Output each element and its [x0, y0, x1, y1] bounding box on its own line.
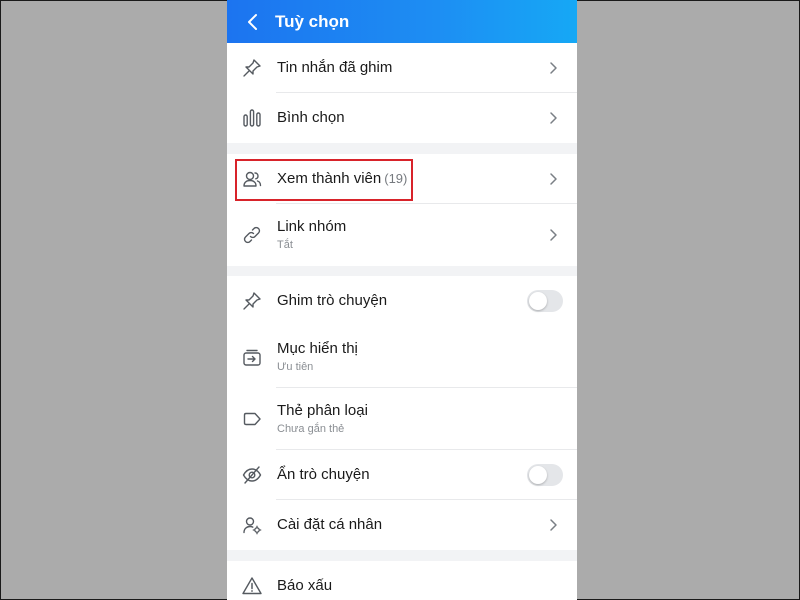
back-button[interactable]: [235, 0, 271, 43]
toggle-knob: [529, 292, 547, 310]
toggle-knob: [529, 466, 547, 484]
pin-chat-label: Ghim trò chuyện: [277, 292, 388, 309]
tag-label: Thẻ phân loại: [277, 402, 368, 419]
chevron-right-icon: [543, 108, 563, 128]
section-members: Xem thành viên (19) Link nhóm Tắt: [227, 154, 577, 266]
chevron-right-icon: [543, 169, 563, 189]
group-link-label: Link nhóm: [277, 218, 347, 235]
view-members-label: Xem thành viên: [277, 170, 382, 187]
display-folder-icon: [240, 345, 264, 369]
user-settings-icon: [240, 513, 264, 537]
member-count: (19): [384, 171, 408, 186]
report-item[interactable]: Báo xấu: [227, 561, 577, 600]
pin-icon: [240, 56, 264, 80]
pin-chat-toggle[interactable]: [527, 290, 563, 312]
tag-icon: [240, 407, 264, 431]
pin-icon: [240, 289, 264, 313]
group-link-status: Tắt: [277, 239, 293, 251]
hide-chat-toggle[interactable]: [527, 464, 563, 486]
display-section-label: Mục hiển thị: [277, 340, 358, 357]
members-icon: [240, 167, 264, 191]
chevron-left-icon: [248, 13, 257, 30]
view-members-item[interactable]: Xem thành viên (19): [227, 154, 577, 204]
pin-chat-item[interactable]: Ghim trò chuyện: [227, 276, 577, 326]
display-section-value: Ưu tiên: [277, 361, 314, 373]
display-section-item[interactable]: Mục hiển thị Ưu tiên: [227, 326, 577, 388]
group-link-item[interactable]: Link nhóm Tắt: [227, 204, 577, 266]
link-icon: [240, 223, 264, 247]
report-label: Báo xấu: [277, 577, 333, 594]
section-content: Tin nhắn đã ghim Bình chọn: [227, 43, 577, 143]
pinned-messages-item[interactable]: Tin nhắn đã ghim: [227, 43, 577, 93]
poll-label: Bình chọn: [277, 109, 345, 126]
tag-item[interactable]: Thẻ phân loại Chưa gắn thẻ: [227, 388, 577, 450]
pinned-messages-label: Tin nhắn đã ghim: [277, 59, 393, 76]
personal-settings-item[interactable]: Cài đặt cá nhân: [227, 500, 577, 550]
poll-icon: [240, 106, 264, 130]
personal-settings-label: Cài đặt cá nhân: [277, 516, 383, 533]
tag-value: Chưa gắn thẻ: [277, 423, 345, 435]
warning-icon: [240, 574, 264, 598]
phone-screen: Tuỳ chọn Tin nhắn đã ghim Bình chọn Xem …: [227, 0, 577, 600]
hide-chat-item[interactable]: Ẩn trò chuyện: [227, 450, 577, 500]
chevron-right-icon: [543, 515, 563, 535]
page-title: Tuỳ chọn: [275, 11, 350, 31]
chevron-right-icon: [543, 58, 563, 78]
section-chat-settings: Ghim trò chuyện Mục hiển thị Ưu tiên Thẻ…: [227, 276, 577, 550]
top-bar: Tuỳ chọn: [227, 0, 577, 43]
hide-chat-label: Ẩn trò chuyện: [277, 466, 370, 483]
chevron-right-icon: [543, 225, 563, 245]
eye-off-icon: [240, 463, 264, 487]
section-report: Báo xấu: [227, 561, 577, 600]
poll-item[interactable]: Bình chọn: [227, 93, 577, 143]
